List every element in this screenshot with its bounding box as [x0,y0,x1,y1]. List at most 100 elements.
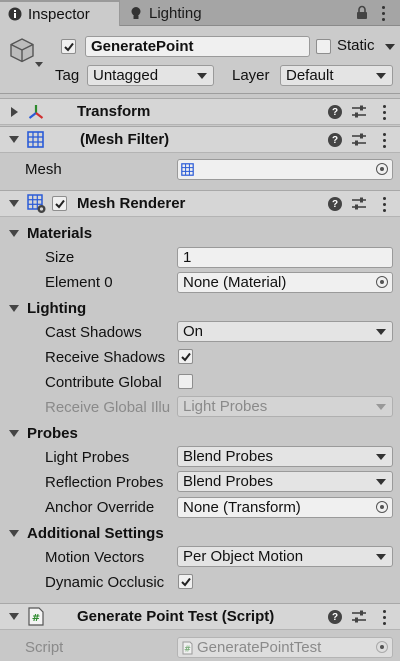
mesh-filter-title: (Mesh Filter) [80,131,170,148]
help-icon[interactable]: ? [328,197,342,211]
presets-icon[interactable] [351,104,367,124]
tab-menu-icon[interactable] [376,4,390,22]
object-name-field[interactable]: GeneratePoint [85,36,310,57]
layer-dropdown[interactable]: Default [280,65,393,86]
materials-size-value: 1 [183,249,192,266]
layer-label: Layer [232,67,270,84]
reflection-probes-dropdown[interactable]: Blend Probes [177,471,393,492]
tab-lighting-label: Lighting [149,4,202,22]
probes-section-label[interactable]: Probes [27,425,78,442]
reflection-probes-label: Reflection Probes [45,474,164,491]
svg-text:#: # [32,613,40,624]
presets-icon[interactable] [351,196,367,216]
mesh-object-field[interactable] [177,159,393,180]
object-picker-icon [376,641,388,653]
chevron-down-icon [376,404,386,410]
size-label: Size [45,249,75,266]
mesh-renderer-enabled-checkbox[interactable] [52,196,67,211]
script-object-field: # GeneratePointTest [177,637,393,658]
foldout-open-icon[interactable] [9,200,19,207]
contribute-global-checkbox[interactable] [178,374,193,389]
foldout-open-icon[interactable] [9,136,19,143]
transform-axes-icon [27,103,45,125]
chevron-down-icon [376,329,386,335]
dynamic-occlusion-label: Dynamic Occlusic [45,574,165,591]
checkmark-icon [54,199,65,209]
component-menu-icon[interactable] [377,103,391,121]
motion-vectors-dropdown[interactable]: Per Object Motion [177,546,393,567]
materials-section-label[interactable]: Materials [27,225,92,242]
motion-vectors-value: Per Object Motion [183,548,304,565]
object-picker-icon[interactable] [376,501,388,513]
dynamic-occlusion-checkbox[interactable] [178,574,193,589]
foldout-open-icon[interactable] [9,305,19,312]
chevron-down-icon [376,454,386,460]
presets-icon[interactable] [351,132,367,152]
chevron-down-icon [376,479,386,485]
mesh-label: Mesh [25,161,62,178]
mesh-renderer-icon [27,194,47,218]
lighting-section-label[interactable]: Lighting [27,300,86,317]
tab-lighting[interactable]: Lighting [121,0,241,26]
mesh-renderer-component-header[interactable]: Mesh Renderer ? [0,190,400,217]
tag-label: Tag [55,67,80,84]
anchor-override-object-field[interactable]: None (Transform) [177,497,393,518]
object-picker-icon[interactable] [376,163,388,175]
foldout-open-icon[interactable] [9,613,19,620]
light-probes-dropdown[interactable]: Blend Probes [177,446,393,467]
foldout-closed-icon[interactable] [11,107,18,117]
cast-shadows-value: On [183,323,204,340]
tag-dropdown[interactable]: Untagged [87,65,214,86]
layer-value: Default [286,67,334,84]
mesh-grid-icon [27,131,44,152]
receive-global-label: Receive Global Illu [45,399,171,416]
foldout-open-icon[interactable] [9,430,19,437]
transform-title: Transform [77,103,151,120]
svg-text:#: # [184,645,191,654]
component-menu-icon[interactable] [377,608,391,626]
checkmark-icon [180,352,191,362]
mesh-grid-icon [181,163,194,179]
script-component-title: Generate Point Test (Script) [77,608,275,625]
script-component-header[interactable]: # Generate Point Test (Script) ? [0,603,400,630]
component-menu-icon[interactable] [377,131,391,149]
cast-shadows-dropdown[interactable]: On [177,321,393,342]
light-probes-label: Light Probes [45,449,130,466]
transform-component-header[interactable]: Transform ? [0,98,400,125]
checkmark-icon [63,42,74,52]
presets-icon[interactable] [351,609,367,629]
icon-dropdown-arrow-icon[interactable] [35,62,43,67]
static-label: Static [337,37,375,54]
csharp-script-icon: # [182,641,193,657]
help-icon[interactable]: ? [328,133,342,147]
chevron-down-icon [197,73,207,79]
element0-object-field[interactable]: None (Material) [177,272,393,293]
receive-shadows-label: Receive Shadows [45,349,166,366]
tab-inspector[interactable]: Inspector [0,0,120,26]
static-checkbox[interactable] [316,39,331,54]
additional-settings-section-label[interactable]: Additional Settings [27,525,164,542]
chevron-down-icon [376,554,386,560]
contribute-global-label: Contribute Global [45,374,162,391]
tag-value: Untagged [93,67,159,84]
help-icon[interactable]: ? [328,105,342,119]
reflection-probes-value: Blend Probes [183,473,274,490]
cast-shadows-label: Cast Shadows [45,324,142,341]
object-picker-icon[interactable] [376,276,388,288]
receive-global-value: Light Probes [183,398,268,415]
materials-size-field[interactable]: 1 [177,247,393,268]
lock-icon[interactable] [356,5,368,24]
active-checkbox[interactable] [61,39,76,54]
component-menu-icon[interactable] [377,195,391,213]
chevron-down-icon [376,73,386,79]
element0-label: Element 0 [45,274,113,291]
mesh-filter-component-header[interactable]: (Mesh Filter) ? [0,126,400,153]
static-dropdown-arrow-icon[interactable] [385,44,395,50]
anchor-override-value: None (Transform) [183,499,301,516]
motion-vectors-label: Motion Vectors [45,549,145,566]
help-icon[interactable]: ? [328,610,342,624]
foldout-open-icon[interactable] [9,230,19,237]
receive-shadows-checkbox[interactable] [178,349,193,364]
checkmark-icon [180,577,191,587]
foldout-open-icon[interactable] [9,530,19,537]
